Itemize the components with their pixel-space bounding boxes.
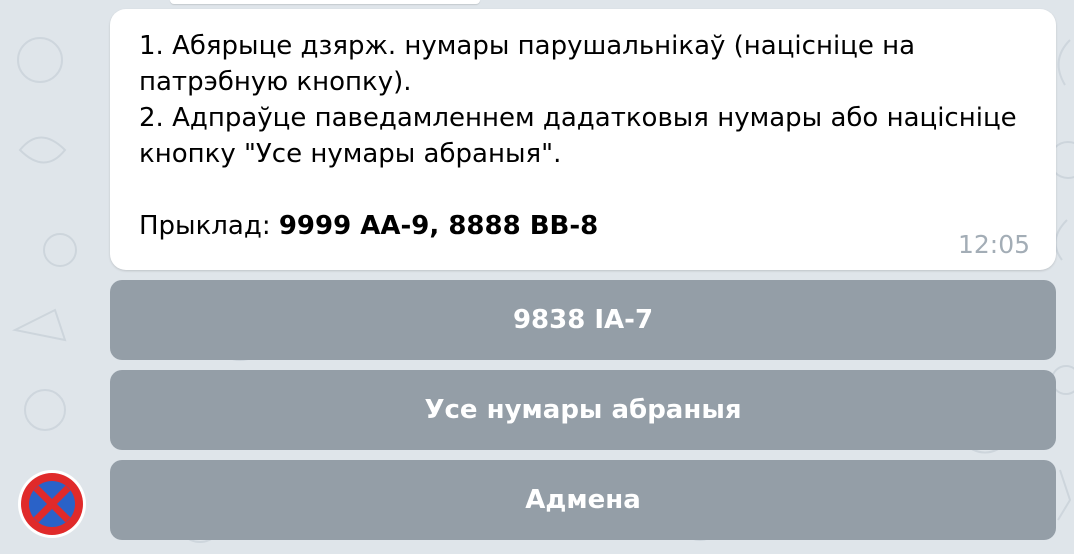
message-timestamp: 12:05 bbox=[957, 230, 1030, 259]
message-line: кнопку "Усе нумары абраныя". bbox=[139, 139, 562, 169]
keyboard-button-label: Усе нумары абраныя bbox=[424, 395, 742, 425]
cancel-button[interactable]: Адмена bbox=[110, 460, 1056, 540]
message-line: 2. Адпраўце паведамленнем дадатковыя нум… bbox=[139, 103, 1017, 133]
previous-message-bubble-edge bbox=[170, 0, 480, 4]
example-line: Прыклад: 9999 АА-9, 8888 ВВ-8 bbox=[139, 208, 1026, 244]
example-label: Прыклад: bbox=[139, 211, 279, 241]
message-line: 1. Абярыце дзярж. нумары парушальнікаў (… bbox=[139, 31, 916, 61]
keyboard-button-label: 9838 IA-7 bbox=[512, 305, 654, 335]
message-line: патрэбную кнопку). bbox=[139, 67, 412, 97]
plate-9838-ia-7-button[interactable]: 9838 IA-7 bbox=[110, 280, 1056, 360]
example-value: 9999 АА-9, 8888 ВВ-8 bbox=[278, 211, 599, 241]
all-plates-selected-button[interactable]: Усе нумары абраныя bbox=[110, 370, 1056, 450]
bot-message-bubble: 1. Абярыце дзярж. нумары парушальнікаў (… bbox=[110, 9, 1056, 270]
no-stopping-sign-icon[interactable] bbox=[17, 469, 87, 539]
keyboard-button-label: Адмена bbox=[525, 485, 641, 515]
